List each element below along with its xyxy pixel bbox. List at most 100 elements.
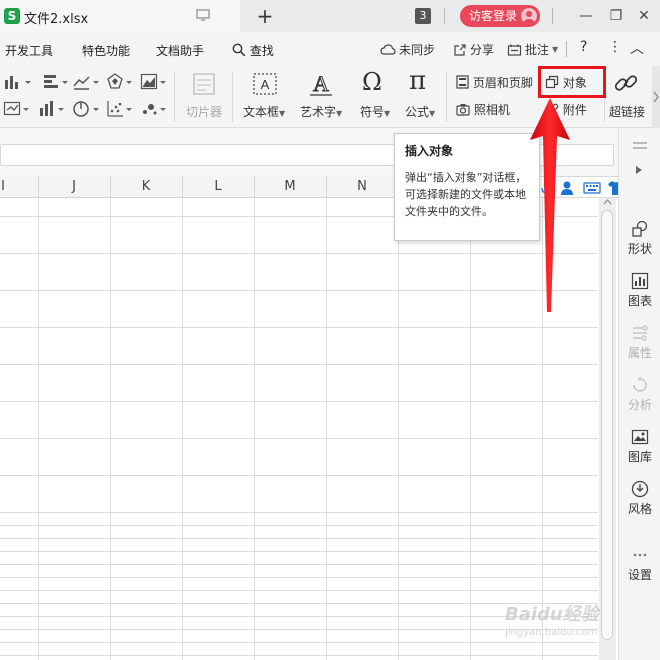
arrow-up-icon [530, 98, 570, 312]
menu-search[interactable]: 查找 [232, 42, 274, 59]
panel-analysis-label: 分析 [627, 398, 652, 412]
watermark-url: jingyan.baidu.com [505, 627, 598, 638]
panel-style-label: 风格 [627, 502, 652, 516]
camera-button[interactable]: 照相机 [456, 101, 510, 118]
panel-property-label: 属性 [627, 346, 652, 360]
document-tab[interactable]: S 文件2.xlsx [0, 0, 240, 32]
formula-button[interactable]: 公式▼ [405, 103, 435, 120]
ribbon-scroll-right[interactable] [652, 66, 660, 128]
guest-login-label: 访客登录 [469, 9, 518, 23]
chart-icon [631, 272, 649, 290]
panel-settings[interactable]: 设置 [619, 546, 660, 583]
cloud-icon [380, 43, 396, 55]
link-icon [614, 75, 638, 91]
insert-object-tooltip: 插入对象 弹出“插入对象”对话框，可选择新建的文件或本地文件夹中的文件。 [394, 133, 540, 241]
column-chart-icon[interactable] [3, 72, 31, 92]
wordart-button[interactable]: 艺术字▼ [300, 103, 342, 120]
collapse-arrow-icon[interactable] [634, 165, 644, 175]
title-bar: S 文件2.xlsx + 3 访客登录 — ❐ ✕ [0, 0, 660, 32]
scatter-chart-icon[interactable] [106, 99, 134, 119]
spreadsheet-window: S 文件2.xlsx + 3 访客登录 — ❐ ✕ 开发工具 特色功能 文档助手 [0, 0, 660, 660]
wordart-icon: A [310, 71, 332, 97]
help-button[interactable]: ? [580, 39, 587, 55]
hyperlink-button[interactable]: 超链接 [609, 103, 645, 120]
divider [566, 41, 567, 57]
menu-document-assistant[interactable]: 文档助手 [156, 42, 204, 59]
column-header-l[interactable]: L [182, 179, 254, 194]
grid-lines [0, 198, 598, 660]
highlight-box [538, 66, 606, 98]
share-icon [454, 43, 466, 56]
slicer-button: 切片器 [186, 105, 223, 119]
combo-chart-icon[interactable] [3, 99, 31, 119]
settings-icon [633, 553, 647, 557]
vertical-scrollbar[interactable] [599, 198, 616, 660]
area-chart-icon[interactable] [140, 72, 168, 92]
divider [174, 72, 175, 122]
bar-chart-icon[interactable] [42, 72, 70, 92]
chevron-right-icon [653, 91, 659, 103]
column-header-j[interactable]: J [38, 179, 110, 194]
formula-label: 公式 [405, 105, 430, 119]
symbol-button[interactable]: 符号▼ [360, 103, 390, 120]
stock-chart-icon[interactable] [38, 99, 66, 119]
spreadsheet-app-icon: S [4, 8, 20, 24]
annotate-label: 批注 [525, 43, 550, 57]
menu-bar: 开发工具 特色功能 文档助手 查找 未同步 分享 批注 ▼ ? ⋮ ︿ [0, 32, 660, 66]
sync-status-button[interactable]: 未同步 [380, 41, 435, 58]
textbox-label: 文本框 [243, 105, 280, 119]
omega-icon: Ω [362, 68, 382, 96]
textbox-button[interactable]: 文本框▼ [243, 103, 285, 120]
cell-grid[interactable] [0, 198, 598, 660]
header-footer-icon [456, 75, 469, 89]
pie-chart-icon[interactable] [72, 99, 100, 119]
guest-login-button[interactable]: 访客登录 [460, 5, 540, 27]
search-label: 查找 [249, 44, 274, 58]
panel-style[interactable]: 风格 [619, 480, 660, 517]
camera-label: 照相机 [473, 103, 510, 117]
pi-icon: π [409, 66, 427, 96]
menu-special-features[interactable]: 特色功能 [82, 42, 130, 59]
tab-count-badge[interactable]: 3 [415, 8, 431, 24]
column-header-m[interactable]: M [254, 179, 326, 194]
camera-icon [456, 104, 470, 116]
panel-shape-label: 形状 [627, 242, 652, 256]
bubble-chart-icon[interactable] [140, 99, 168, 119]
divider [444, 8, 445, 24]
chevron-up-icon[interactable] [603, 198, 612, 206]
textbox-icon: A [253, 73, 277, 95]
panel-chart[interactable]: 图表 [619, 272, 660, 309]
line-chart-icon[interactable] [72, 72, 100, 92]
panel-gallery-label: 图库 [627, 450, 652, 464]
more-options-button[interactable]: ⋮ [608, 39, 622, 55]
sync-status-label: 未同步 [399, 43, 436, 57]
radar-chart-icon[interactable] [106, 72, 134, 92]
shape-icon [632, 220, 648, 237]
collapse-ribbon-button[interactable]: ︿ [630, 38, 644, 58]
new-tab-button[interactable]: + [254, 3, 276, 29]
divider [232, 72, 233, 122]
header-footer-label: 页眉和页脚 [472, 76, 533, 90]
close-button[interactable]: ✕ [634, 6, 654, 26]
menu-developer-tools[interactable]: 开发工具 [5, 42, 53, 59]
divider [552, 8, 553, 24]
header-footer-button[interactable]: 页眉和页脚 [456, 74, 533, 91]
annotate-button[interactable]: 批注 ▼ [507, 41, 558, 58]
column-header-k[interactable]: K [110, 179, 182, 194]
menu-lines-icon[interactable] [631, 140, 649, 152]
restore-button[interactable]: ❐ [606, 6, 626, 26]
share-button[interactable]: 分享 [453, 41, 494, 58]
column-header-i[interactable]: I [0, 179, 39, 194]
panel-gallery[interactable]: 图库 [619, 428, 660, 465]
monitor-icon[interactable] [196, 9, 210, 21]
tooltip-title: 插入对象 [405, 144, 454, 158]
minimize-button[interactable]: — [576, 6, 596, 26]
wordart-glyph: A [313, 71, 329, 96]
column-header-n[interactable]: N [326, 179, 398, 194]
scrollbar-thumb[interactable] [601, 210, 613, 640]
svg-text:A: A [261, 77, 270, 92]
tooltip-body: 弹出“插入对象”对话框，可选择新建的文件或本地文件夹中的文件。 [405, 171, 527, 218]
keyboard-icon[interactable] [583, 181, 601, 195]
panel-shape[interactable]: 形状 [619, 220, 660, 257]
chevron-down-icon: ▼ [429, 109, 436, 118]
